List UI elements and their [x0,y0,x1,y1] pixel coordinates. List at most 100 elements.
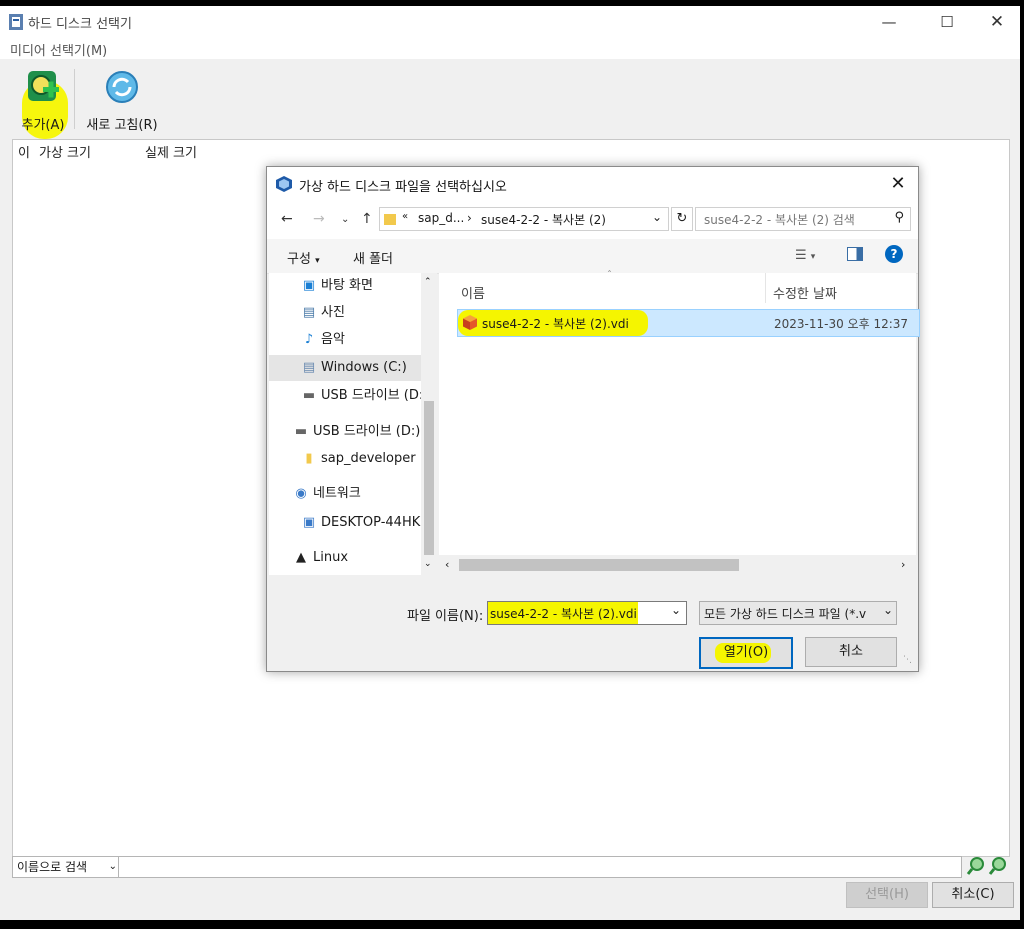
minimize-icon[interactable]: — [866,6,912,38]
column-header-virtual-size[interactable]: 가상 크기 [39,142,91,161]
nav-item[interactable]: ▤ Windows (C:) [269,355,421,381]
search-input[interactable] [118,856,962,878]
nav-item[interactable]: ▮ sap_developer [269,446,421,472]
filename-input[interactable]: suse4-2-2 - 복사본 (2).vdi ⌄ [487,601,687,625]
navigation-pane[interactable]: ▣ 바탕 화면 ▤ 사진 ♪ 음악 ▤ Windows (C:) ▬ USB 드라이브 (D: ▬ U… [269,273,437,575]
nav-item[interactable]: ▣ DESKTOP-44HKH [269,510,421,536]
usb-icon: ▬ [302,388,316,403]
scroll-up-icon[interactable]: ⌃ [424,277,432,287]
music-icon: ♪ [304,332,314,347]
nav-item-label: USB 드라이브 (D:) [313,424,421,439]
address-segment-parent[interactable]: sap_d... [418,211,464,225]
open-file-dialog: 가상 하드 디스크 파일을 선택하십시오 ✕ ← → ⌄ ↑ « sap_d..… [266,166,920,672]
nav-item-label: Windows (C:) [321,360,407,375]
nav-item[interactable]: ▬ USB 드라이브 (D:) [269,419,421,445]
scroll-right-icon[interactable]: › [901,558,905,571]
computer-icon: ▣ [302,515,316,530]
folder-icon [384,214,396,225]
file-row[interactable]: suse4-2-2 - 복사본 (2).vdi 2023-11-30 오후 12… [457,309,920,337]
resize-grip-icon[interactable]: ⋱ [903,655,912,665]
address-chevron-down-icon[interactable]: ⌄ [652,210,662,224]
linux-icon: ▲ [296,550,306,565]
refresh-button[interactable]: 새로 고침(R) [82,69,162,133]
close-icon[interactable]: ✕ [974,6,1020,38]
column-header-filename[interactable]: 이름 [461,283,485,302]
refresh-icon[interactable]: ↻ [671,207,693,231]
scroll-left-icon[interactable]: ‹ [445,558,449,571]
address-segment-current[interactable]: suse4-2-2 - 복사본 (2) [481,211,606,228]
dialog-close-icon[interactable]: ✕ [883,171,913,197]
nav-item[interactable]: ▣ 바탕 화면 [269,273,421,299]
new-folder-button[interactable]: 새 폴더 [353,248,393,267]
view-options-icon[interactable]: ☰ ▾ [795,248,815,263]
nav-item[interactable]: ◉ 네트워크 [269,481,421,507]
recent-chevron-icon[interactable]: ⌄ [341,214,349,225]
column-header-modified[interactable]: 수정한 날짜 [773,283,837,302]
horizontal-scrollbar[interactable]: ‹ › [439,555,916,575]
chevron-down-icon: ⌄ [882,603,893,617]
back-arrow-icon[interactable]: ← [281,211,293,227]
sort-indicator-icon: ˆ [607,270,612,281]
filename-label: 파일 이름(N): [407,609,484,624]
file-type-filter-select[interactable]: 모든 가상 하드 디스크 파일 (*.v ⌄ [699,601,897,625]
open-button[interactable]: 열기(O) [699,637,793,669]
network-icon: ◉ [295,486,307,501]
search-next-icon[interactable] [988,856,1008,876]
file-name: suse4-2-2 - 복사본 (2).vdi [482,317,629,331]
search-mode-select[interactable]: 이름으로 검색 ⌄ [12,856,122,878]
column-header-name[interactable]: 이 [18,142,30,161]
nav-scroll-thumb[interactable] [424,401,434,555]
drive-icon: ▤ [302,360,316,375]
address-separator-icon: › [467,211,472,225]
file-list[interactable]: ˆ 이름 수정한 날짜 suse4-2-2 - 복사본 (2).vdi 2023… [439,270,920,575]
select-button[interactable]: 선택(H) [846,882,928,908]
header-divider [765,273,766,303]
command-bar: 구성 ▾ 새 폴더 ☰ ▾ ? [267,239,918,274]
nav-item-label: 네트워크 [313,486,361,501]
app-icon [9,14,23,30]
nav-item[interactable]: ♪ 음악 [269,327,421,353]
toolbar-separator [74,69,75,129]
nav-item[interactable]: ▤ 사진 [269,300,421,326]
maximize-icon[interactable]: ☐ [924,6,970,38]
address-overflow: « [402,211,409,222]
nav-item-label: Linux [313,550,349,565]
chevron-down-icon: ⌄ [108,861,117,872]
address-bar[interactable]: « sap_d... › suse4-2-2 - 복사본 (2) ⌄ [379,207,669,231]
nav-item[interactable]: ▲ Linux [269,545,421,571]
menu-media-selector[interactable]: 미디어 선택기(M) [10,40,107,59]
forward-arrow-icon[interactable]: → [313,211,325,227]
folder-search-input[interactable]: suse4-2-2 - 복사본 (2) 검색 ⚲ [695,207,911,231]
nav-scrollbar[interactable]: ⌃ ⌄ [421,273,437,575]
up-arrow-icon[interactable]: ↑ [361,211,373,227]
search-prev-icon[interactable] [966,856,986,876]
pictures-icon: ▤ [302,305,316,320]
column-header-actual-size[interactable]: 실제 크기 [145,142,197,161]
refresh-icon [106,71,138,103]
organize-button[interactable]: 구성 ▾ [287,248,320,267]
virtualbox-icon [276,176,292,192]
search-bar: 이름으로 검색 ⌄ [12,854,1012,880]
add-disk-icon [28,71,59,101]
menu-bar: 미디어 선택기(M) [0,38,1020,59]
toolbar: 추가(A) 새로 고침(R) [0,59,1020,139]
dropdown-arrow-icon: ▾ [315,256,320,266]
scroll-down-icon[interactable]: ⌄ [424,559,432,569]
dialog-cancel-button[interactable]: 취소 [805,637,897,667]
nav-item[interactable]: ▬ USB 드라이브 (D: [269,383,421,409]
horizontal-scroll-thumb[interactable] [459,559,739,571]
nav-item-label: sap_developer [321,451,416,466]
title-bar[interactable]: 하드 디스크 선택기 — ☐ ✕ [0,6,1020,38]
preview-pane-icon[interactable] [847,247,863,261]
help-icon[interactable]: ? [885,245,903,263]
dialog-title-bar[interactable]: 가상 하드 디스크 파일을 선택하십시오 ✕ [267,167,918,201]
magnifier-icon: ⚲ [894,210,904,225]
window-title: 하드 디스크 선택기 [28,17,132,32]
chevron-down-icon[interactable]: ⌄ [671,603,681,617]
folder-icon: ▮ [305,451,313,466]
add-button[interactable]: 추가(A) [18,69,68,133]
nav-item-label: 사진 [321,305,345,320]
cancel-button[interactable]: 취소(C) [932,882,1014,908]
nav-item-label: 음악 [321,332,345,347]
nav-item-label: USB 드라이브 (D: [321,388,421,403]
